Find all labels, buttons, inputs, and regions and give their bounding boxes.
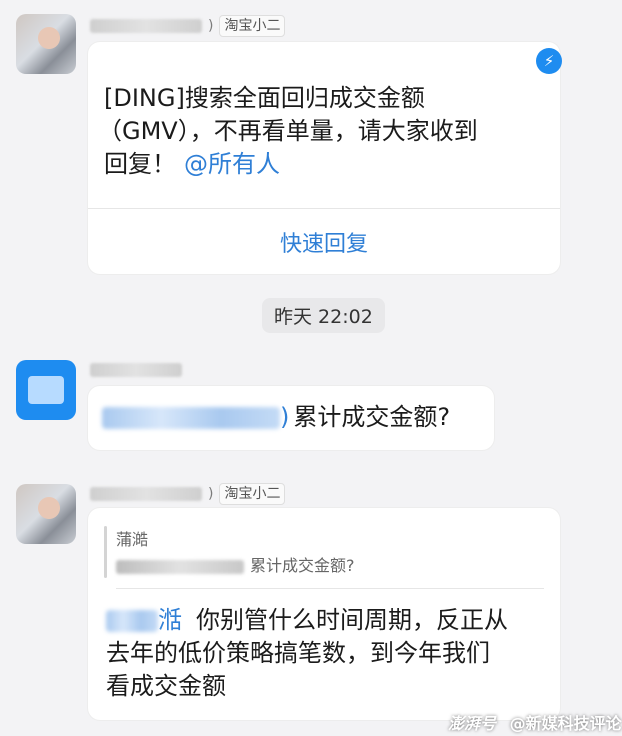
sender-name: ) 淘宝小二	[90, 482, 286, 506]
ding-line-1: [DING]搜索全面回归成交金额	[104, 84, 425, 112]
sender-name	[90, 362, 182, 381]
reply-line-3: 看成交金额	[106, 672, 226, 700]
watermark: 澎湃号 @新媒科技评论	[448, 710, 622, 734]
quote-author: 蒲澔	[116, 530, 149, 549]
blurred-mention[interactable]	[106, 610, 158, 632]
sender-name: ) 淘宝小二	[90, 14, 286, 38]
message-text: ) 累计成交金额?	[102, 401, 450, 434]
lightning-icon: ⚡	[536, 48, 562, 74]
divider	[116, 588, 544, 589]
blurred-name	[90, 19, 202, 33]
ding-line-2: （GMV），不再看单量，请大家收到	[98, 117, 478, 145]
quote-text: 累计成交金额?	[250, 556, 355, 575]
avatar[interactable]	[16, 360, 76, 420]
message-content: 累计成交金额?	[293, 403, 451, 431]
mention-suffix: )	[280, 403, 290, 431]
sender-tag: 淘宝小二	[219, 483, 286, 505]
avatar[interactable]	[16, 14, 76, 74]
ding-text: [DING]搜索全面回归成交金额 （GMV），不再看单量，请大家收到 回复！ @所…	[98, 82, 544, 181]
watermark-left: 澎湃号	[448, 714, 497, 733]
reply-line-1: 湉你别管什么时间周期，反正从	[106, 604, 552, 637]
mention-all[interactable]: @所有人	[184, 150, 280, 178]
reply-line-1-text: 你别管什么时间周期，反正从	[196, 606, 508, 634]
quote-bar	[104, 526, 107, 578]
name-suffix: )	[208, 486, 214, 502]
watermark-right: @新媒科技评论	[509, 714, 622, 733]
name-suffix: )	[208, 18, 214, 34]
blurred-name	[90, 487, 202, 501]
ding-line-3: 回复！ @所有人	[104, 148, 544, 181]
sender-tag: 淘宝小二	[219, 15, 286, 37]
quick-reply-button[interactable]: 快速回复	[88, 226, 560, 258]
avatar[interactable]	[16, 484, 76, 544]
avatar-graphic	[28, 376, 64, 404]
blurred-name	[90, 363, 182, 377]
ding-line-3-prefix: 回复！	[104, 150, 176, 178]
reply-line-2: 去年的低价策略搞笔数，到今年我们	[106, 639, 490, 667]
message-bubble[interactable]: ) 累计成交金额?	[88, 386, 494, 450]
ding-message-bubble[interactable]: ⚡ [DING]搜索全面回归成交金额 （GMV），不再看单量，请大家收到 回复！…	[88, 42, 562, 274]
mention-name[interactable]: 湉	[158, 606, 182, 634]
quoted-message[interactable]: 累计成交金额?	[116, 552, 355, 576]
reply-message-bubble[interactable]: 蒲澔 累计成交金额? 湉你别管什么时间周期，反正从 去年的低价策略搞笔数，到今年…	[88, 508, 560, 720]
reply-text: 湉你别管什么时间周期，反正从 去年的低价策略搞笔数，到今年我们 看成交金额	[106, 604, 552, 703]
blurred-mention[interactable]	[102, 407, 280, 429]
timestamp: 昨天 22:02	[262, 298, 385, 333]
divider	[88, 208, 560, 209]
blurred-quote-name	[116, 559, 244, 574]
